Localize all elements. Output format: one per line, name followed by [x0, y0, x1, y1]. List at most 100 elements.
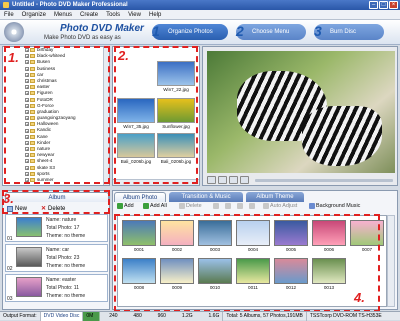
menu-create[interactable]: Create — [80, 12, 98, 18]
menu-organize[interactable]: Organize — [22, 12, 46, 18]
background-music-label: Background Music — [316, 203, 361, 209]
wizard-header: Photo DVD Maker Make Photo DVD as easy a… — [0, 20, 400, 45]
step-organize-photos[interactable]: 1 Organize Photos — [152, 23, 228, 40]
tab-album-photo[interactable]: Album Photo — [114, 192, 166, 202]
album-row[interactable]: 01 Name: nature Total Photo: 17 Theme: n… — [5, 214, 108, 242]
album-total-photos: Total Photo: 23 — [46, 255, 80, 261]
album-number: 01 — [7, 236, 13, 242]
arrow-up-icon — [237, 203, 243, 209]
menu-file[interactable]: File — [4, 12, 14, 18]
step-number: 2 — [236, 23, 244, 39]
minimize-icon[interactable]: – — [369, 1, 378, 9]
annotation-label-4: 4. — [354, 290, 365, 305]
auto-adjust-button[interactable]: Auto Adjust — [263, 203, 297, 209]
auto-adjust-label: Auto Adjust — [270, 203, 298, 209]
step-label: Organize Photos — [168, 29, 213, 35]
rotate-left-icon — [213, 203, 219, 209]
add-button[interactable]: Add — [117, 203, 134, 209]
auto-adjust-icon — [263, 203, 269, 209]
menu-help[interactable]: Help — [149, 12, 161, 18]
album-total-photos: Total Photo: 11 — [46, 285, 79, 291]
annotation-label-1: 1. — [8, 50, 19, 65]
step-label: Burn Disc — [330, 29, 357, 35]
scale-mark: 0M — [86, 312, 94, 319]
step-number: 1 — [152, 23, 160, 39]
menu-menus[interactable]: Menus — [54, 12, 72, 18]
menu-tools[interactable]: Tools — [106, 12, 120, 18]
step-label: Choose Menu — [252, 29, 290, 35]
annotation-box-4 — [114, 214, 380, 312]
grid-scrollbar[interactable] — [387, 215, 395, 307]
close-icon[interactable]: × — [389, 1, 398, 9]
scale-mark: 480 — [133, 312, 142, 319]
album-total-photos: Total Photo: 17 — [46, 225, 80, 231]
pause-icon[interactable] — [218, 176, 227, 184]
seek-slider[interactable] — [255, 179, 393, 182]
annotation-label-2: 2. — [118, 48, 129, 63]
tab-transition-music[interactable]: Transition & Music — [169, 192, 243, 202]
background-music-button[interactable]: Background Music — [309, 203, 360, 209]
app-icon — [3, 2, 9, 8]
menu-bar: File Organize Menus Create Tools View He… — [0, 10, 400, 20]
delete-photo-button[interactable]: Delete — [179, 203, 202, 209]
rotate-right-button[interactable] — [225, 203, 232, 209]
output-format-label: Output Format: — [0, 311, 41, 321]
album-theme: Theme: no theme — [46, 233, 86, 239]
album-row[interactable]: 03 Name: easter Total Photo: 11 Theme: n… — [5, 274, 108, 302]
brand-name: Photo DVD Maker — [60, 23, 144, 34]
scale-mark: 960 — [157, 312, 166, 319]
tab-album-theme[interactable]: Album Theme — [246, 192, 304, 202]
drive-select[interactable]: TSSTcorp DVD-ROM TS-H353E — [307, 312, 385, 321]
album-number: 02 — [7, 266, 13, 272]
title-bar: Untitled - Photo DVD Maker Professional … — [0, 0, 400, 10]
add-icon — [117, 203, 123, 209]
photo-preview-panel — [202, 46, 398, 186]
album-number: 03 — [7, 296, 13, 302]
annotation-box-1 — [4, 46, 110, 184]
rotate-left-button[interactable] — [213, 203, 220, 209]
delete-icon — [179, 203, 185, 209]
capacity-meter: 0M 240 480 960 1.2G 1.6G — [83, 311, 224, 321]
album-name: Name: nature — [46, 217, 77, 223]
album-theme: Theme: no theme — [46, 293, 86, 299]
album-cover — [16, 277, 42, 297]
album-row[interactable]: 02 Name: car Total Photo: 23 Theme: no t… — [5, 244, 108, 272]
album-cover — [16, 217, 42, 237]
scale-mark: 1.2G — [181, 312, 193, 319]
step-choose-menu[interactable]: 2 Choose Menu — [236, 23, 306, 40]
menu-view[interactable]: View — [128, 12, 141, 18]
arrow-down-icon — [249, 203, 255, 209]
total-summary: Total: 5 Albums, 57 Photos,191MB — [223, 311, 307, 321]
annotation-box-3 — [2, 190, 110, 214]
move-down-button[interactable] — [249, 203, 256, 209]
step-number: 3 — [314, 23, 322, 39]
status-bar: Output Format: DVD Video Disc 0M 240 480… — [0, 311, 400, 321]
album-name: Name: car — [46, 247, 70, 253]
music-icon — [309, 203, 315, 209]
add-label: Add — [124, 203, 134, 209]
output-format-select[interactable]: DVD Video Disc — [40, 311, 84, 321]
preview-image — [207, 51, 395, 173]
scale-mark: 240 — [109, 312, 118, 319]
annotation-box-2 — [114, 46, 198, 184]
add-all-button[interactable]: Add All — [143, 203, 167, 209]
window-title: Untitled - Photo DVD Maker Professional — [12, 2, 128, 8]
next-icon[interactable] — [240, 176, 249, 184]
move-up-button[interactable] — [237, 203, 244, 209]
album-name: Name: easter — [46, 277, 77, 283]
add-all-icon — [143, 203, 149, 209]
stop-icon[interactable] — [229, 176, 238, 184]
dvd-disc-logo — [4, 22, 24, 42]
zebra-shape — [302, 106, 382, 166]
rotate-right-icon — [225, 203, 231, 209]
maximize-icon[interactable]: □ — [379, 1, 388, 9]
play-icon[interactable] — [207, 176, 216, 184]
album-theme: Theme: no theme — [46, 263, 86, 269]
step-burn-disc[interactable]: 3 Burn Disc — [314, 23, 384, 40]
delete-label: Delete — [186, 203, 202, 209]
annotation-label-3: 3. — [3, 191, 14, 206]
add-all-label: Add All — [150, 203, 167, 209]
album-cover — [16, 247, 42, 267]
brand-tagline: Make Photo DVD as easy as — [44, 35, 121, 41]
scale-mark: 1.6G — [208, 312, 220, 319]
